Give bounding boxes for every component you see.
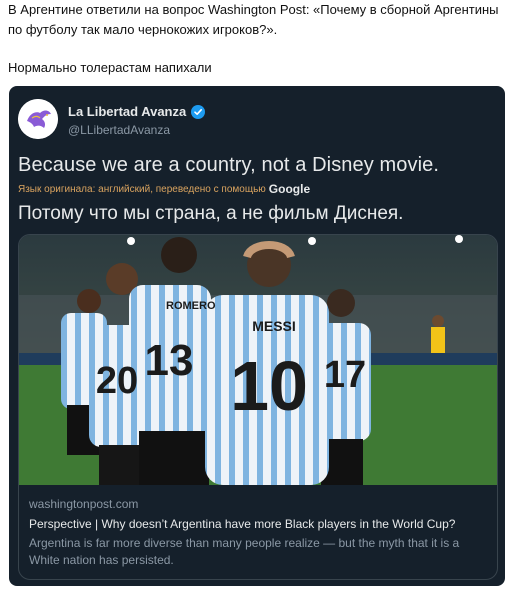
football-players-photo[interactable]: ROMERO MESSI 13 10 20 17 [19,235,497,485]
tweet-text-translated: Потому что мы страна, а не фильм Диснея. [18,203,404,224]
embedded-tweet[interactable]: La Libertad Avanza @LLibertadAvanza Beca… [9,86,505,586]
link-domain[interactable]: washingtonpost.com [29,497,138,511]
link-card[interactable]: ROMERO MESSI 13 10 20 17 washingtonpost.… [18,234,498,580]
post-text: В Аргентине ответили на вопрос Washingto… [8,0,508,78]
jersey-name-messi: MESSI [252,318,296,334]
verified-badge-icon [191,104,206,119]
post-line-1: В Аргентине ответили на вопрос Washingto… [8,2,499,17]
link-title[interactable]: Perspective | Why doesn’t Argentina have… [29,517,455,531]
link-description: Argentina is far more diverse than many … [29,536,460,567]
author-name-row[interactable]: La Libertad Avanza [68,104,206,119]
jersey-number-10: 10 [230,347,308,425]
jersey-name-romero: ROMERO [166,300,216,312]
translation-provider: Google [268,182,311,196]
post-line-3: Нормально толерастам напихали [8,60,212,75]
jersey-number-17: 17 [324,354,366,396]
jersey-number-20: 20 [96,360,138,402]
jersey-number-13: 13 [145,336,194,385]
tweet-text-original: Because we are a country, not a Disney m… [18,154,440,176]
eagle-logo-icon [18,99,58,139]
translation-note-text: Язык оригинала: английский, переведено с… [18,183,266,195]
avatar[interactable] [18,99,58,139]
display-name[interactable]: La Libertad Avanza [68,104,186,119]
translation-note: Язык оригинала: английский, переведено с… [18,182,310,196]
post-line-2: по футболу так мало чернокожих игроков?»… [8,22,278,37]
handle[interactable]: @LLibertadAvanza [68,123,170,137]
